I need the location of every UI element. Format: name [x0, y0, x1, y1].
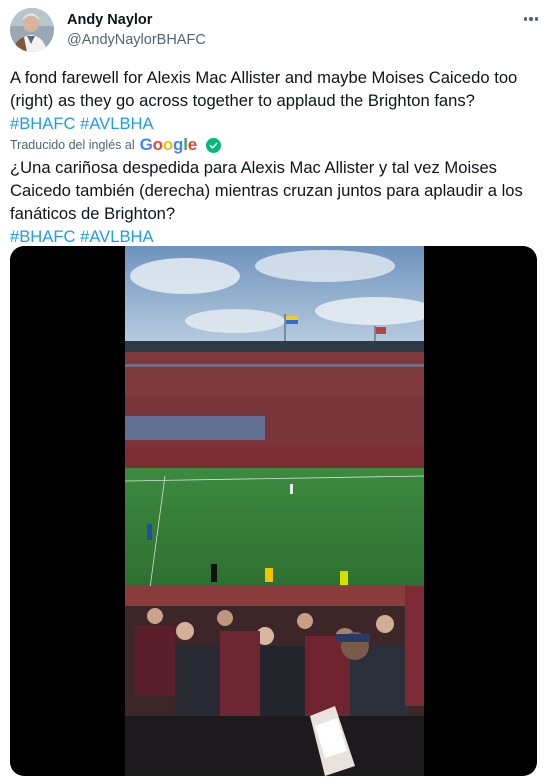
google-logo: Google	[139, 135, 198, 154]
translation-body: ¿Una cariñosa despedida para Alexis Mac …	[10, 158, 523, 223]
check-circle-icon	[206, 137, 221, 153]
translation-attribution: Traducido del inglés al Google	[10, 135, 221, 155]
tweet-body: A fond farewell for Alexis Mac Allister …	[10, 68, 518, 110]
hashtag-link[interactable]: #AVLBHA	[80, 227, 153, 246]
video-player[interactable]	[10, 246, 537, 776]
video-frame	[125, 246, 424, 776]
hashtag-link[interactable]: #AVLBHA	[80, 114, 153, 133]
hashtag-link[interactable]: #BHAFC	[10, 114, 75, 133]
avatar-image	[10, 8, 54, 52]
translation-hashtags: #BHAFC #AVLBHA	[10, 225, 540, 248]
avatar[interactable]	[10, 8, 54, 52]
more-icon[interactable]	[520, 10, 542, 28]
tweet: Andy Naylor @AndyNaylorBHAFC A fond fare…	[0, 0, 557, 780]
hashtag-link[interactable]: #BHAFC	[10, 227, 75, 246]
tweet-hashtags: #BHAFC #AVLBHA	[10, 112, 540, 135]
translation-label: Traducido del inglés al	[10, 138, 135, 152]
tweet-text: A fond farewell for Alexis Mac Allister …	[10, 66, 540, 135]
author-name[interactable]: Andy Naylor	[67, 11, 152, 29]
translation-text: ¿Una cariñosa despedida para Alexis Mac …	[10, 156, 540, 248]
author-handle[interactable]: @AndyNaylorBHAFC	[67, 31, 206, 49]
